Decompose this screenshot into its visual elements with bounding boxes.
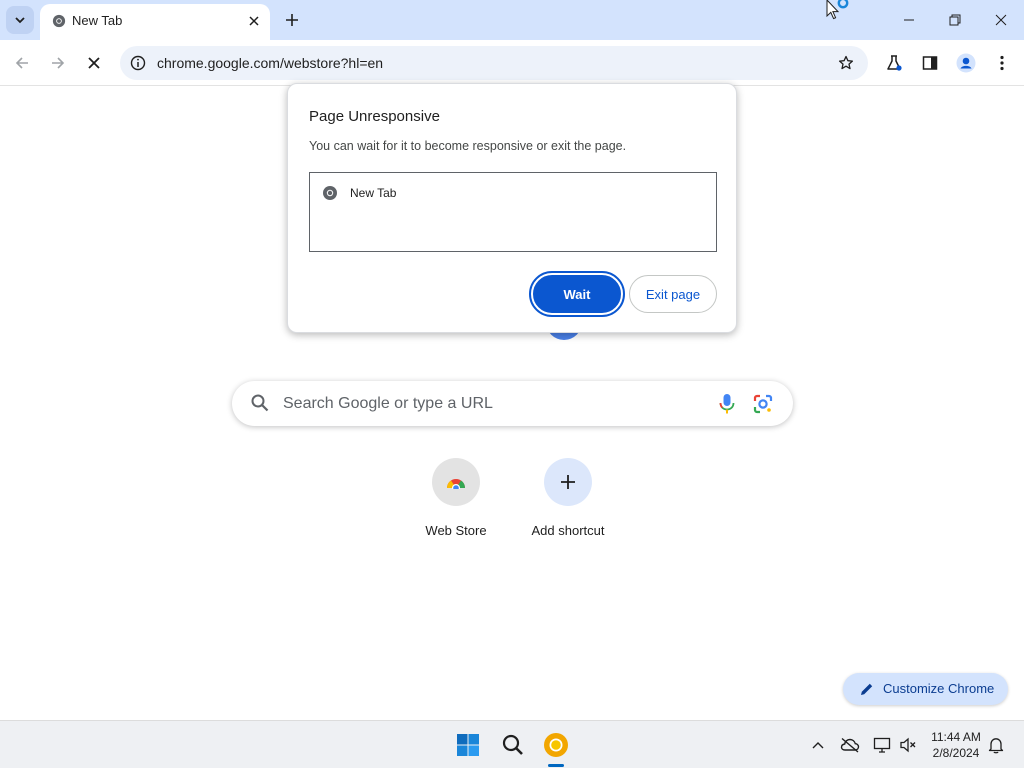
customize-label: Customize Chrome bbox=[883, 681, 995, 696]
windows-start-icon bbox=[457, 734, 479, 756]
tab-search-icon bbox=[15, 17, 25, 24]
page-unresponsive-dialog: Page Unresponsive You can wait for it to… bbox=[287, 83, 737, 333]
info-icon bbox=[130, 55, 146, 71]
plus-icon bbox=[561, 475, 575, 489]
labs-button[interactable] bbox=[882, 51, 906, 75]
chevron-up-icon bbox=[812, 742, 824, 749]
back-button[interactable] bbox=[8, 49, 36, 77]
site-info-button[interactable] bbox=[128, 53, 148, 73]
tab-strip: New Tab bbox=[0, 0, 1024, 40]
chrome-web-store-icon bbox=[446, 479, 465, 489]
tab-new-tab[interactable]: New Tab bbox=[40, 4, 270, 40]
active-app-indicator bbox=[548, 764, 564, 767]
shortcut-add[interactable]: Add shortcut bbox=[512, 458, 624, 548]
start-button[interactable] bbox=[452, 729, 484, 761]
notifications-button[interactable] bbox=[986, 735, 1006, 755]
side-panel-icon bbox=[922, 56, 938, 70]
show-hidden-icons-button[interactable] bbox=[808, 735, 828, 755]
forward-icon bbox=[52, 57, 65, 69]
minimize-icon bbox=[904, 19, 914, 21]
pencil-icon bbox=[861, 683, 873, 695]
add-shortcut-tile bbox=[544, 458, 592, 506]
dialog-message: You can wait for it to become responsive… bbox=[309, 139, 627, 153]
shortcut-label: Add shortcut bbox=[531, 523, 605, 538]
stop-button[interactable] bbox=[80, 49, 108, 77]
bookmark-button[interactable] bbox=[836, 53, 856, 73]
wait-button[interactable]: Wait bbox=[529, 271, 625, 317]
taskbar-search-icon bbox=[502, 734, 523, 755]
taskbar: 11:44 AM 2/8/2024 bbox=[0, 720, 1024, 768]
onedrive-button[interactable] bbox=[840, 735, 860, 755]
taskbar-chrome-canary[interactable] bbox=[540, 729, 572, 761]
close-icon bbox=[995, 14, 1007, 26]
shortcut-label: Web Store bbox=[425, 523, 487, 538]
ntp-search-box[interactable]: Search Google or type a URL bbox=[232, 381, 793, 426]
plus-icon bbox=[286, 14, 298, 26]
side-panel-button[interactable] bbox=[918, 51, 942, 75]
taskbar-search-button[interactable] bbox=[497, 729, 529, 761]
system-clock[interactable]: 11:44 AM 2/8/2024 bbox=[922, 729, 990, 761]
chrome-icon bbox=[52, 14, 66, 28]
unresponsive-pages-list: New Tab bbox=[309, 172, 717, 252]
url-text[interactable]: chrome.google.com/webstore?hl=en bbox=[157, 55, 383, 71]
dialog-title: Page Unresponsive bbox=[309, 108, 440, 125]
mic-icon[interactable] bbox=[716, 392, 738, 416]
new-tab-button[interactable] bbox=[280, 8, 304, 32]
list-item: New Tab bbox=[350, 186, 397, 200]
search-icon bbox=[251, 394, 269, 412]
busy-cursor-icon bbox=[826, 0, 849, 20]
web-store-tile bbox=[432, 458, 480, 506]
clock-time: 11:44 AM bbox=[931, 730, 981, 744]
stop-icon bbox=[88, 57, 100, 69]
back-icon bbox=[15, 57, 28, 69]
search-placeholder: Search Google or type a URL bbox=[283, 395, 493, 412]
volume-muted-icon bbox=[900, 737, 916, 753]
address-bar[interactable]: chrome.google.com/webstore?hl=en bbox=[120, 46, 868, 80]
minimize-button[interactable] bbox=[886, 0, 932, 40]
close-icon bbox=[249, 16, 259, 26]
network-icon bbox=[873, 737, 891, 753]
customize-chrome-button[interactable]: Customize Chrome bbox=[843, 673, 1008, 705]
chrome-canary-icon bbox=[544, 733, 568, 757]
tab-close-button[interactable] bbox=[244, 11, 264, 31]
profile-button[interactable] bbox=[954, 51, 978, 75]
chrome-icon bbox=[323, 186, 337, 200]
close-window-button[interactable] bbox=[978, 0, 1024, 40]
shortcut-web-store[interactable]: Web Store bbox=[400, 458, 512, 548]
cloud-off-icon bbox=[840, 737, 860, 753]
labs-icon bbox=[887, 55, 902, 71]
lens-icon[interactable] bbox=[752, 393, 774, 415]
tab-search-button[interactable] bbox=[6, 6, 34, 34]
notification-bell-icon bbox=[988, 738, 1004, 754]
volume-button[interactable] bbox=[898, 735, 918, 755]
menu-button[interactable] bbox=[990, 51, 1014, 75]
toolbar: chrome.google.com/webstore?hl=en bbox=[0, 40, 1024, 86]
restore-button[interactable] bbox=[932, 0, 978, 40]
clock-date: 2/8/2024 bbox=[932, 746, 980, 760]
profile-icon bbox=[956, 53, 976, 73]
forward-button[interactable] bbox=[44, 49, 72, 77]
network-button[interactable] bbox=[872, 735, 892, 755]
tab-title: New Tab bbox=[72, 13, 123, 28]
star-icon bbox=[838, 55, 854, 70]
exit-page-button[interactable]: Exit page bbox=[629, 275, 717, 313]
restore-icon bbox=[949, 14, 961, 26]
menu-icon bbox=[1000, 55, 1004, 71]
